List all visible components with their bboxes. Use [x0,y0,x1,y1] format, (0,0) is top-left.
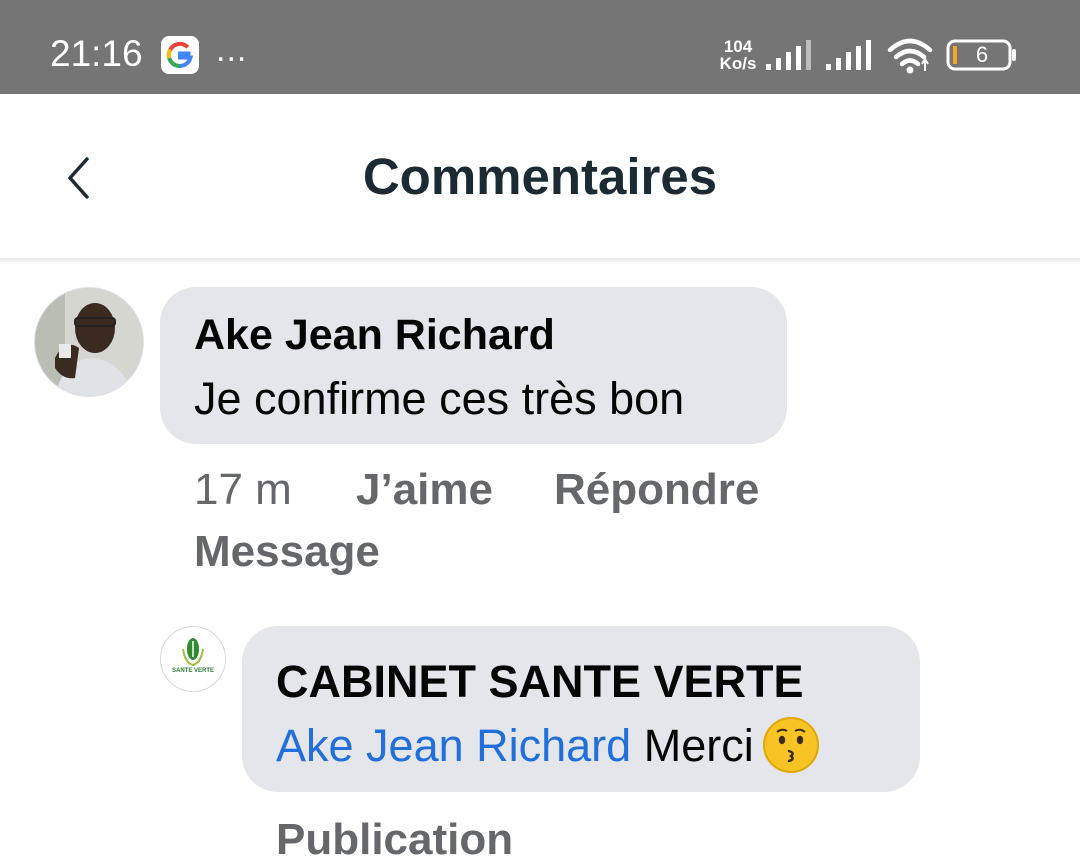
comment-author[interactable]: Ake Jean Richard [194,307,555,363]
reply-avatar-label: SANTE VERTE [171,668,214,674]
message-button[interactable]: Message [194,524,380,580]
kissing-face-emoji-icon [762,717,819,774]
google-icon [161,36,199,74]
reply-author[interactable]: CABINET SANTE VERTE [276,654,804,710]
reply-avatar[interactable]: SANTE VERTE [160,626,226,692]
reply-action-partial[interactable]: Publication [276,812,513,868]
more-notifications-icon: ... [216,31,248,69]
status-time: 21:16 [50,33,143,74]
network-speed-unit: Ko/s [719,54,757,73]
signal-2-icon [826,40,871,70]
network-speed: 104 Ko/s [716,38,760,72]
status-bar: 21:16 ... 104 Ko/s 6 [0,0,1080,94]
reply-bubble[interactable]: CABINET SANTE VERTE Ake Jean Richard Mer… [242,626,920,792]
reply-message: Merci [643,720,754,771]
reply-button[interactable]: Répondre [554,462,759,518]
header-divider [0,258,1080,264]
battery-level: 6 [975,42,989,67]
wifi-icon [887,38,933,74]
mention-link[interactable]: Ake Jean Richard [276,720,631,771]
comment-text: Je confirme ces très bon [194,373,685,424]
avatar[interactable] [34,287,144,397]
signal-1-icon [766,40,811,70]
header: Commentaires [0,94,1080,258]
page-title: Commentaires [362,148,718,205]
comment-bubble[interactable]: Ake Jean Richard Je confirme ces très bo… [160,287,787,444]
reply-text: Ake Jean Richard Merci [276,717,820,778]
comment-timestamp: 17 m [194,465,292,514]
like-button[interactable]: J’aime [356,462,493,518]
network-speed-value: 104 [723,37,753,56]
